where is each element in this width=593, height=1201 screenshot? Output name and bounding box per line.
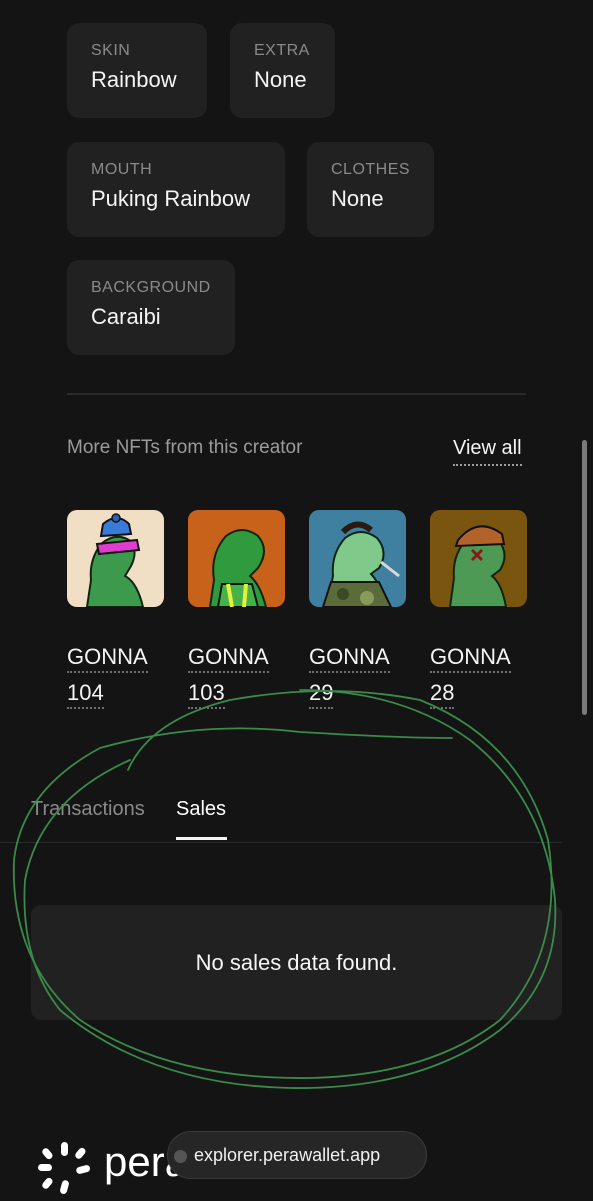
- trait-value: None: [331, 186, 384, 211]
- trait-label: MOUTH: [91, 161, 153, 178]
- active-tab-indicator: [176, 837, 227, 840]
- trait-value: Rainbow: [91, 67, 177, 92]
- pera-logo-icon: [36, 1140, 92, 1201]
- trait-value: Puking Rainbow: [91, 186, 250, 211]
- trait-extra: EXTRA None: [230, 23, 335, 118]
- section-divider: [67, 393, 526, 395]
- nft-card[interactable]: GONNA 104: [67, 510, 164, 711]
- nft-name-line2: 103: [188, 680, 225, 709]
- nft-card[interactable]: GONNA 29: [309, 510, 406, 711]
- more-nfts-title: More NFTs from this creator: [67, 437, 303, 458]
- nft-name-line1: GONNA: [309, 644, 390, 673]
- trait-label: EXTRA: [254, 42, 310, 59]
- nft-name-line1: GONNA: [430, 644, 511, 673]
- trait-value: None: [254, 67, 307, 92]
- nft-name-line1: GONNA: [67, 644, 148, 673]
- nft-name[interactable]: GONNA 28: [430, 639, 527, 711]
- trait-label: CLOTHES: [331, 161, 411, 178]
- nft-name[interactable]: GONNA 29: [309, 639, 406, 711]
- nft-thumbnail[interactable]: [309, 510, 406, 607]
- nft-card[interactable]: GONNA 103: [188, 510, 285, 711]
- nft-thumbnail[interactable]: [67, 510, 164, 607]
- trait-background: BACKGROUND Caraibi: [67, 260, 235, 355]
- nft-name-line2: 28: [430, 680, 455, 709]
- nft-thumbnail[interactable]: [430, 510, 527, 607]
- tab-sales[interactable]: Sales: [176, 798, 226, 821]
- nft-name[interactable]: GONNA 103: [188, 639, 285, 711]
- tab-transactions[interactable]: Transactions: [31, 798, 145, 821]
- scrollbar[interactable]: [582, 440, 587, 715]
- trait-skin: SKIN Rainbow: [67, 23, 207, 118]
- nft-name-line1: GONNA: [188, 644, 269, 673]
- nft-thumbnail[interactable]: [188, 510, 285, 607]
- trait-label: SKIN: [91, 42, 131, 59]
- nft-name[interactable]: GONNA 104: [67, 639, 164, 711]
- sales-empty-state: No sales data found.: [31, 905, 562, 1020]
- url-text: explorer.perawallet.app: [194, 1144, 381, 1165]
- trait-value: Caraibi: [91, 304, 161, 329]
- nft-card[interactable]: GONNA 28: [430, 510, 527, 711]
- trait-label: BACKGROUND: [91, 279, 211, 296]
- address-bar[interactable]: explorer.perawallet.app: [167, 1131, 427, 1179]
- nft-name-line2: 29: [309, 680, 334, 709]
- trait-mouth: MOUTH Puking Rainbow: [67, 142, 285, 237]
- trait-clothes: CLOTHES None: [307, 142, 434, 237]
- empty-message: No sales data found.: [195, 949, 398, 975]
- nft-name-line2: 104: [67, 680, 104, 709]
- view-all-link[interactable]: View all: [453, 437, 522, 466]
- lock-icon: [174, 1150, 187, 1163]
- tabs-divider: [0, 842, 562, 843]
